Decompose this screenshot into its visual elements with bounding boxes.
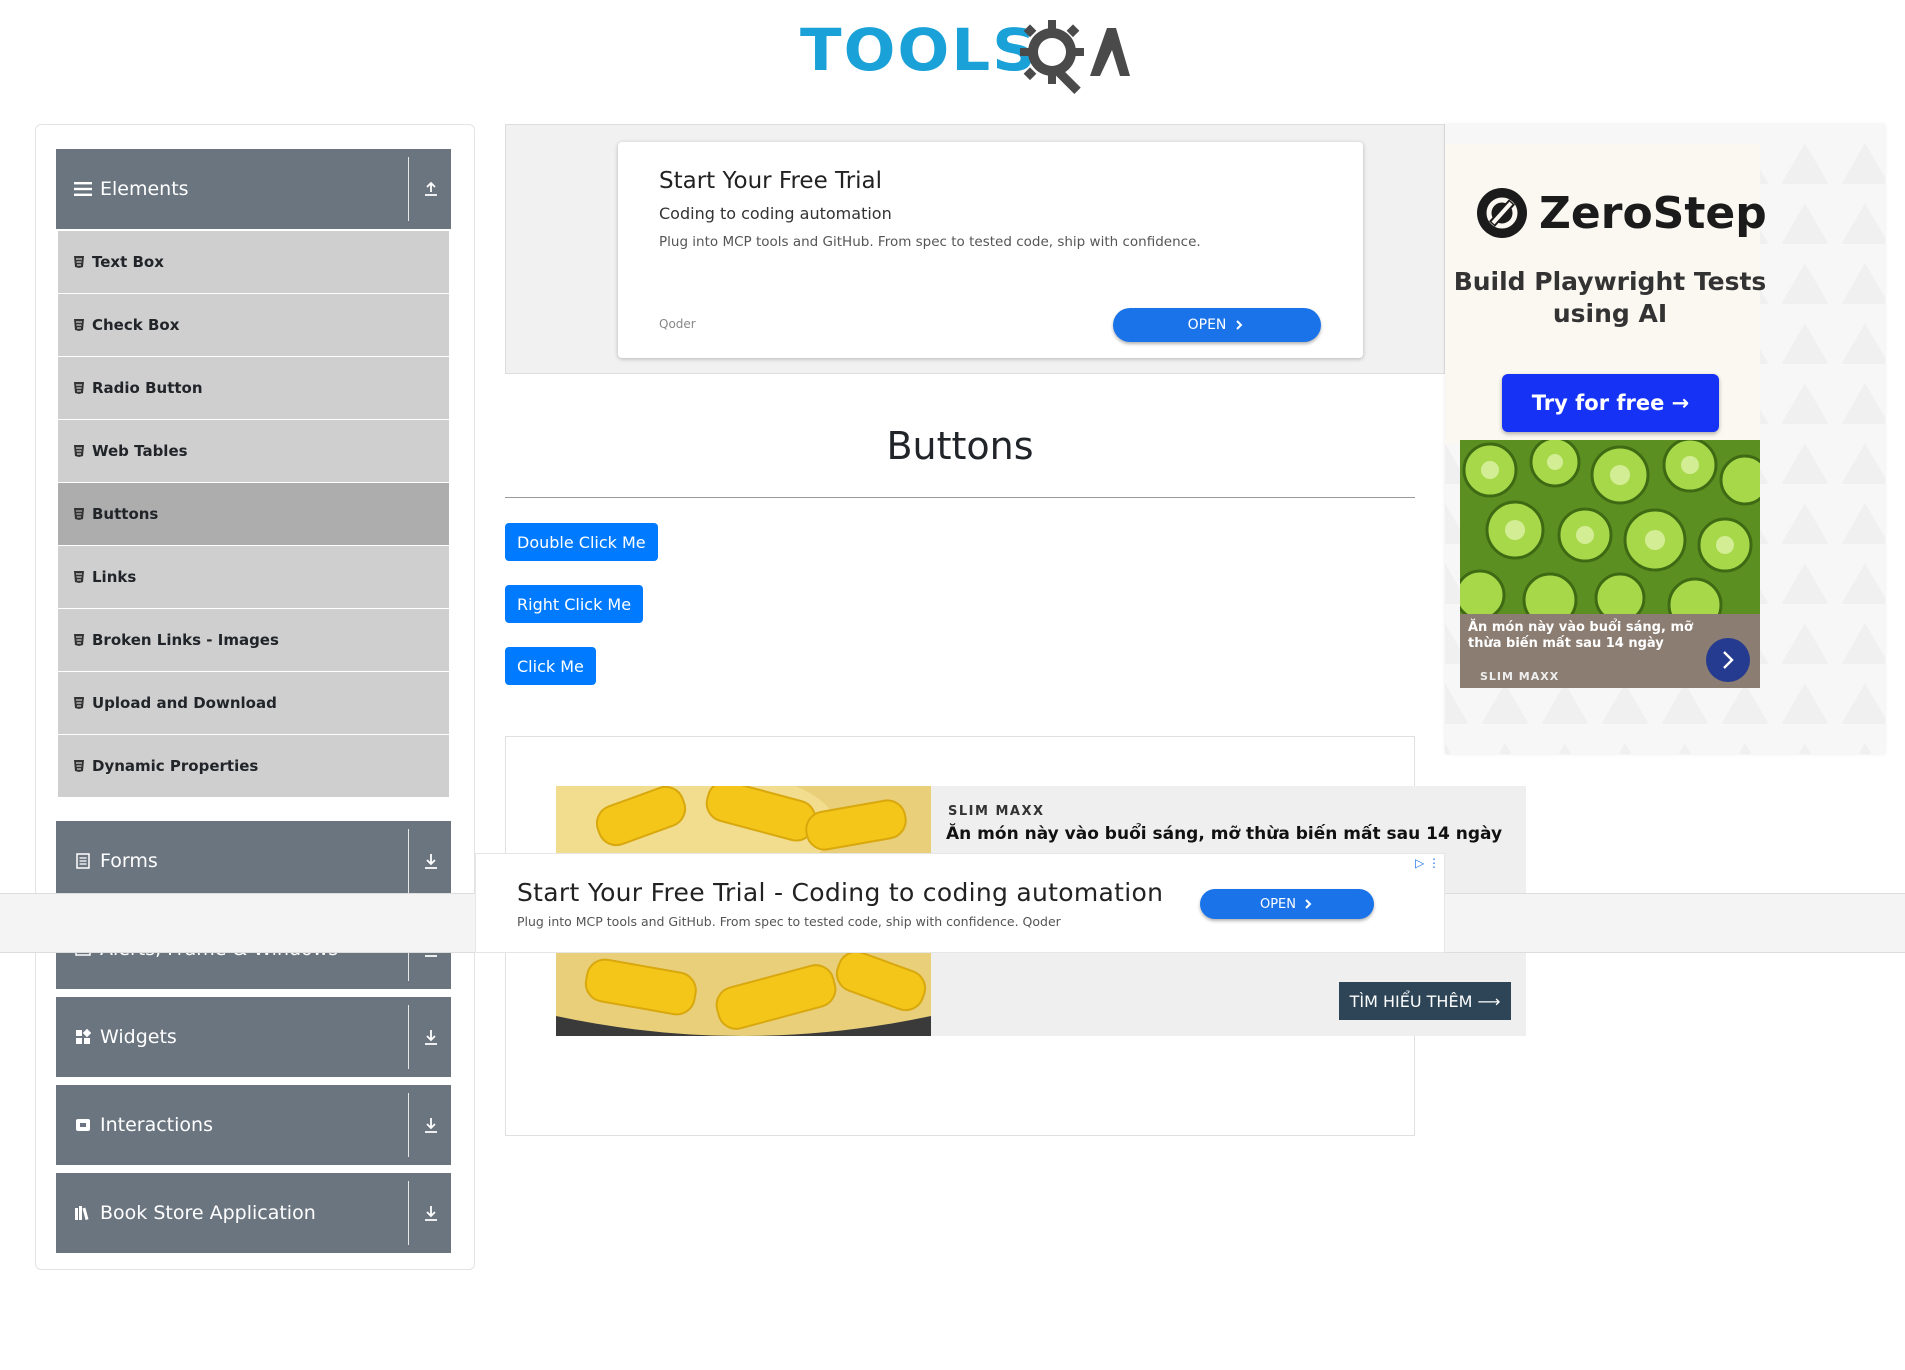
- adchoices-icon[interactable]: ▷ ⋮: [1415, 856, 1440, 870]
- sidebar-item-radio-button[interactable]: Radio Button: [58, 357, 449, 419]
- upload-arrow-icon[interactable]: [419, 177, 443, 201]
- sidebar-item-label: Links: [92, 568, 137, 586]
- ad-top-banner: Start Your Free Trial Coding to coding a…: [505, 124, 1445, 374]
- corn-ad-headline: Ăn món này vào buổi sáng, mỡ thừa biến m…: [946, 824, 1503, 844]
- sidebar-item-buttons[interactable]: Buttons: [58, 483, 449, 545]
- interactions-icon: [72, 1114, 94, 1136]
- zerostep-tagline: Build Playwright Tests using AI: [1453, 267, 1767, 328]
- vegetable-ad-image[interactable]: [1460, 440, 1760, 614]
- hamburger-icon: [72, 178, 94, 200]
- sidebar-group-forms[interactable]: Forms: [56, 821, 451, 901]
- sidebar-item-label: Web Tables: [92, 442, 188, 460]
- click-me-button[interactable]: Click Me: [505, 647, 596, 685]
- sidebar-group-label: Elements: [100, 178, 189, 200]
- sidebar-item-broken-links[interactable]: Broken Links - Images: [58, 609, 449, 671]
- sticky-ad-description: Plug into MCP tools and GitHub. From spe…: [517, 914, 1061, 929]
- html-file-icon: [74, 571, 84, 583]
- books-icon: [72, 1202, 94, 1224]
- sidebar-item-dynamic-properties[interactable]: Dynamic Properties: [58, 735, 449, 797]
- divider: [408, 1005, 409, 1069]
- sticky-ad-open-button[interactable]: OPEN: [1200, 889, 1374, 919]
- sticky-ad-open-label: OPEN: [1259, 896, 1296, 912]
- ad-brand: Qoder: [659, 317, 696, 331]
- sticky-ad-title: Start Your Free Trial - Coding to coding…: [517, 878, 1164, 907]
- sidebar-item-web-tables[interactable]: Web Tables: [58, 420, 449, 482]
- sidebar-item-label: Text Box: [92, 253, 164, 271]
- download-arrow-icon[interactable]: [419, 1113, 443, 1137]
- sidebar-group-label: Widgets: [100, 1026, 177, 1048]
- logo-text: TOOLS: [800, 16, 1039, 84]
- logo-qa-gear-icon: [1020, 20, 1130, 94]
- divider: [408, 829, 409, 893]
- sidebar-group-book-store[interactable]: Book Store Application: [56, 1173, 451, 1253]
- download-arrow-icon[interactable]: [419, 1025, 443, 1049]
- left-sidebar: Elements Text Box Check Box Radio Button…: [35, 124, 475, 1270]
- html-file-icon: [74, 319, 84, 331]
- vegetable-ad-caption[interactable]: Ăn món này vào buổi sáng, mỡ thừa biến m…: [1460, 614, 1760, 688]
- sidebar-item-check-box[interactable]: Check Box: [58, 294, 449, 356]
- ad-right-sidebar: ZeroStep Build Playwright Tests using AI…: [1445, 124, 1885, 754]
- sidebar-group-label: Forms: [100, 850, 158, 872]
- toolsqa-logo[interactable]: TOOLS: [800, 14, 1130, 94]
- sidebar-group-elements[interactable]: Elements: [56, 149, 451, 229]
- sticky-ad[interactable]: Start Your Free Trial - Coding to coding…: [475, 853, 1445, 953]
- double-click-button[interactable]: Double Click Me: [505, 523, 658, 561]
- sidebar-group-label: Book Store Application: [100, 1202, 316, 1224]
- sidebar-group-widgets[interactable]: Widgets: [56, 997, 451, 1077]
- sidebar-item-label: Buttons: [92, 505, 159, 523]
- sidebar-item-text-box[interactable]: Text Box: [58, 231, 449, 293]
- ad-caption-brand: SLIM MAXX: [1480, 670, 1560, 683]
- page-title: Buttons: [886, 424, 1034, 468]
- sidebar-group-label: Interactions: [100, 1114, 213, 1136]
- bitter-melon-image: [1460, 440, 1760, 614]
- learn-more-button[interactable]: TÌM HIỂU THÊM ⟶: [1339, 982, 1511, 1020]
- html-file-icon: [74, 382, 84, 394]
- ad-card[interactable]: Start Your Free Trial Coding to coding a…: [618, 142, 1363, 358]
- sidebar-item-label: Check Box: [92, 316, 180, 334]
- divider: [408, 157, 409, 221]
- widgets-icon: [72, 1026, 94, 1048]
- site-header: TOOLS: [0, 0, 1905, 110]
- sidebar-item-label: Radio Button: [92, 379, 203, 397]
- html-file-icon: [74, 760, 84, 772]
- html-file-icon: [74, 445, 84, 457]
- sidebar-group-interactions[interactable]: Interactions: [56, 1085, 451, 1165]
- divider: [408, 1093, 409, 1157]
- html-file-icon: [74, 508, 84, 520]
- zerostep-ad[interactable]: ZeroStep Build Playwright Tests using AI…: [1445, 144, 1767, 444]
- html-file-icon: [74, 697, 84, 709]
- ad-caption-text: Ăn món này vào buổi sáng, mỡ thừa biến m…: [1468, 620, 1693, 651]
- ad-description: Plug into MCP tools and GitHub. From spe…: [659, 234, 1201, 250]
- html-file-icon: [74, 256, 84, 268]
- ad-subtitle: Coding to coding automation: [659, 204, 892, 223]
- right-click-button[interactable]: Right Click Me: [505, 585, 644, 623]
- chevron-right-icon: [1305, 899, 1312, 909]
- divider: [408, 1181, 409, 1245]
- download-arrow-icon[interactable]: [419, 1201, 443, 1225]
- title-divider: [505, 497, 1415, 498]
- ad-title: Start Your Free Trial: [659, 168, 883, 194]
- sidebar-item-label: Upload and Download: [92, 694, 277, 712]
- corn-ad-brand: SLIM MAXX: [948, 804, 1045, 819]
- chevron-right-icon: [1236, 320, 1243, 330]
- zerostep-brand: ZeroStep: [1539, 187, 1767, 239]
- html-file-icon: [74, 634, 84, 646]
- ad-open-button[interactable]: OPEN: [1113, 308, 1321, 342]
- ad-open-label: OPEN: [1187, 317, 1227, 333]
- chevron-right-icon[interactable]: [1706, 638, 1750, 682]
- form-icon: [72, 850, 94, 872]
- zerostep-logo: ZeroStep: [1475, 186, 1767, 240]
- sidebar-item-label: Dynamic Properties: [92, 757, 259, 775]
- sidebar-item-upload-download[interactable]: Upload and Download: [58, 672, 449, 734]
- zerostep-logo-icon: [1477, 188, 1527, 238]
- sidebar-item-links[interactable]: Links: [58, 546, 449, 608]
- download-arrow-icon[interactable]: [419, 849, 443, 873]
- try-for-free-button[interactable]: Try for free →: [1502, 374, 1719, 432]
- sidebar-item-label: Broken Links - Images: [92, 631, 279, 649]
